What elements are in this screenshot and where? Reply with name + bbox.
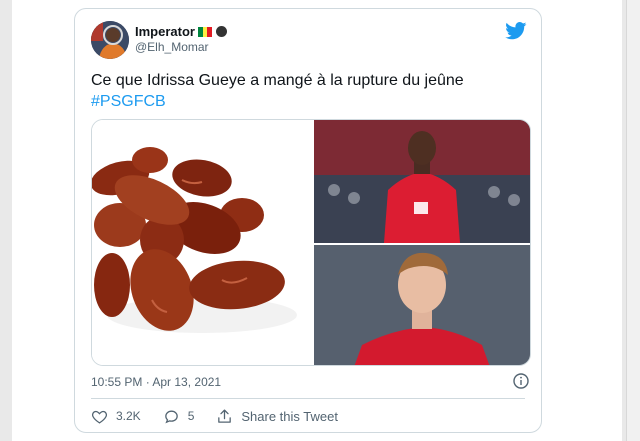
share-icon [218, 408, 232, 423]
heart-icon [91, 410, 108, 424]
tweet-card: Imperator @Elh_Momar Ce que Idrissa Guey… [74, 8, 542, 433]
senegal-flag-icon [197, 26, 212, 37]
tweet-timestamp[interactable]: 10:55 PM · Apr 13, 2021 [91, 375, 221, 389]
hashtag-link[interactable]: #PSGFCB [91, 91, 531, 112]
display-name[interactable]: Imperator [135, 24, 227, 39]
avatar[interactable] [91, 21, 129, 59]
tweet-body: Ce que Idrissa Gueye a mangé à la ruptur… [91, 72, 464, 89]
divider [91, 398, 525, 399]
display-name-text: Imperator [135, 24, 195, 39]
user-handle[interactable]: @Elh_Momar [135, 40, 209, 54]
dates-image[interactable] [92, 120, 312, 365]
twitter-bird-icon[interactable] [505, 22, 527, 40]
tweet-text: Ce que Idrissa Gueye a mangé à la ruptur… [91, 70, 531, 112]
info-icon[interactable] [513, 373, 529, 389]
player-photo-top[interactable] [314, 120, 530, 243]
player-photo-bottom[interactable] [314, 245, 530, 365]
like-button[interactable]: 3.2K [91, 408, 141, 425]
share-button[interactable]: Share this Tweet [216, 408, 338, 425]
reply-button[interactable]: 5 [163, 408, 195, 425]
share-label: Share this Tweet [241, 408, 338, 424]
ninja-emoji-icon [215, 26, 227, 37]
reply-count: 5 [187, 409, 195, 423]
tweet-actions: 3.2K 5 Share this Tweet [91, 407, 360, 425]
media-grid [91, 119, 531, 366]
scrollbar[interactable] [626, 0, 640, 441]
like-count: 3.2K [116, 409, 141, 423]
reply-icon [164, 410, 178, 423]
